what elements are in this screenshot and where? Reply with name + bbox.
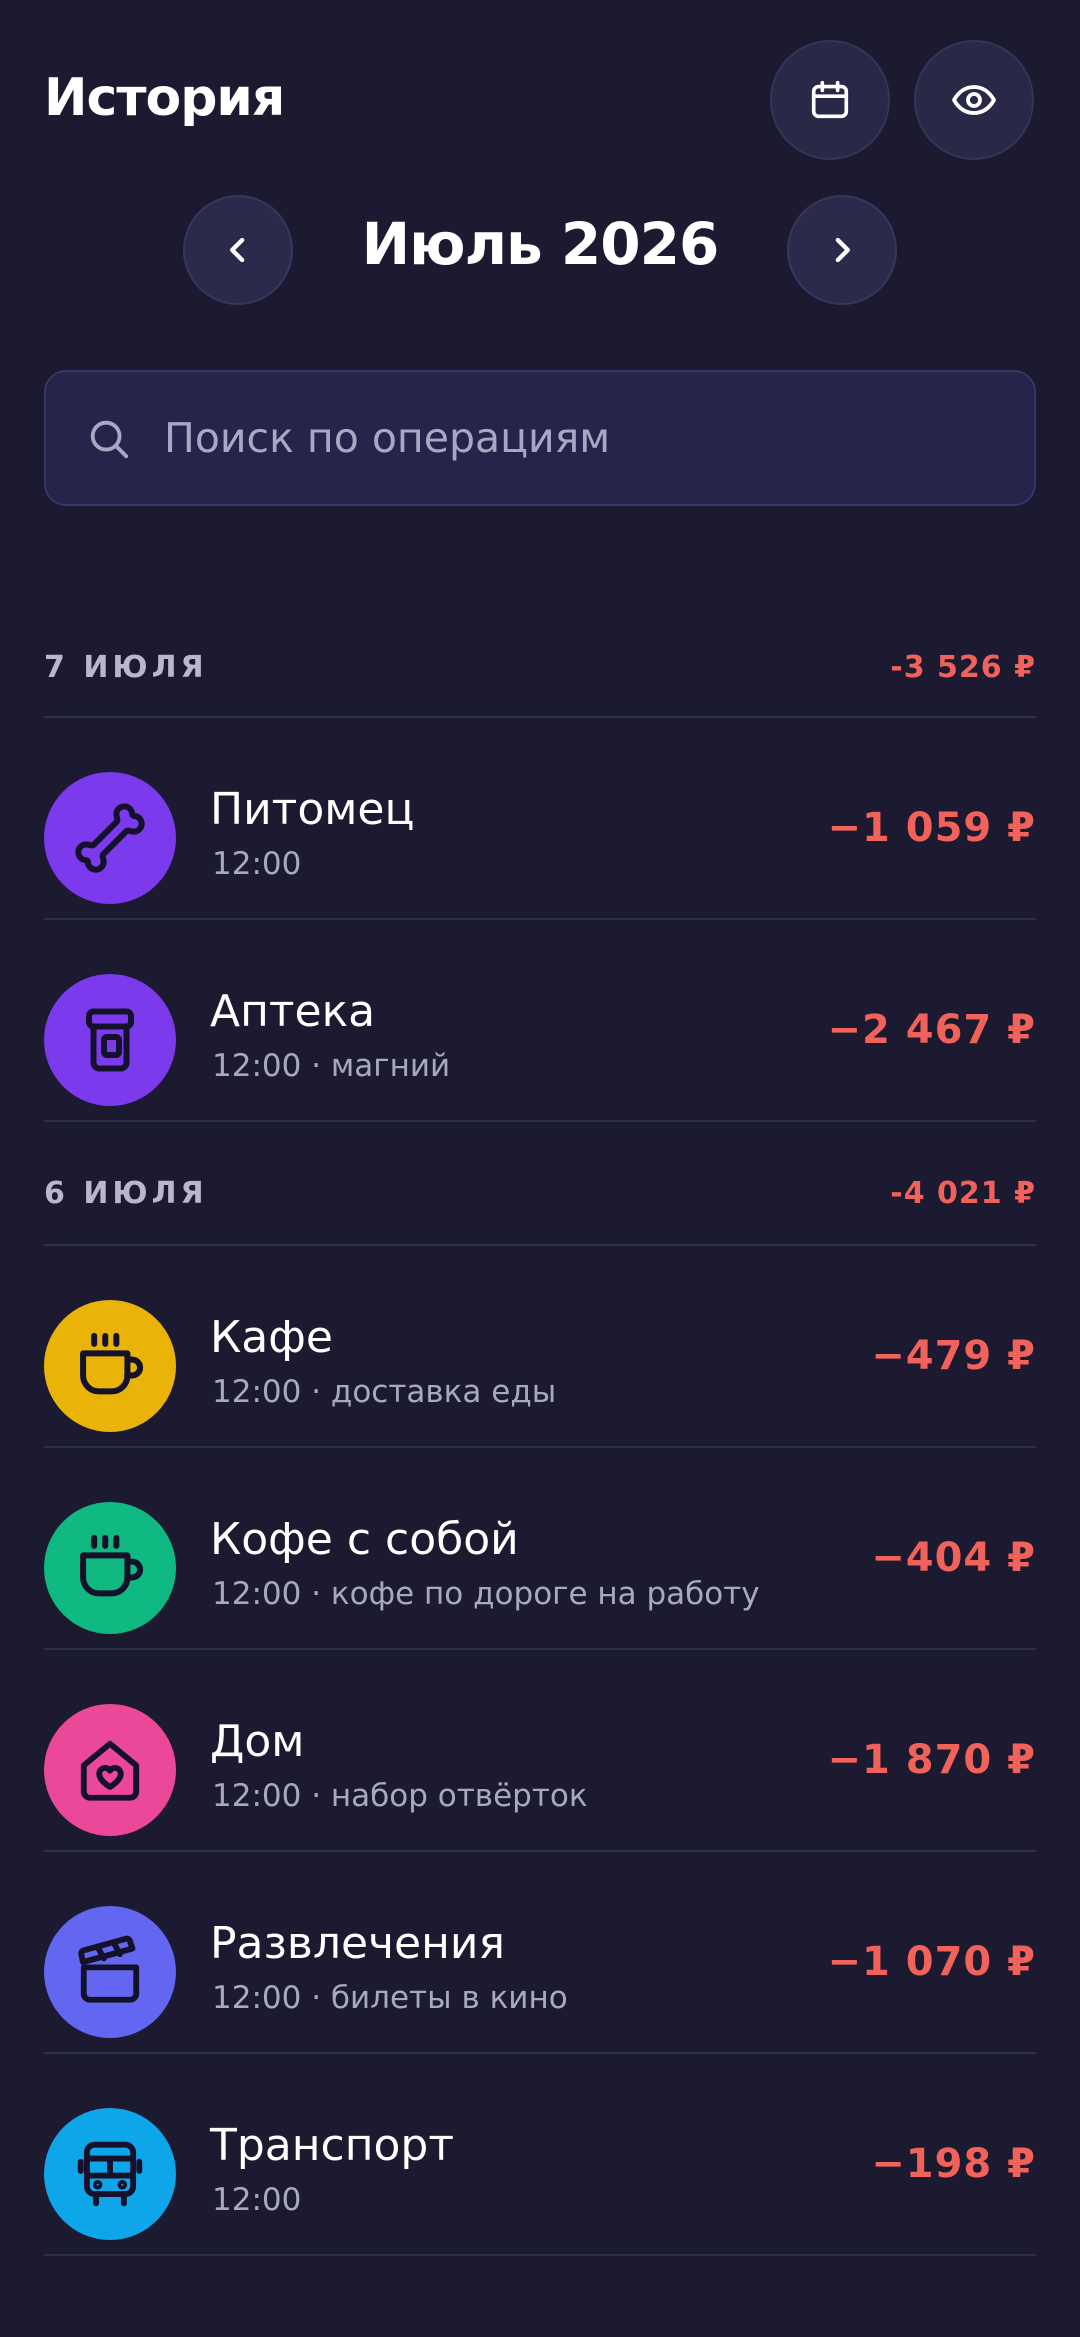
header: История bbox=[0, 0, 1080, 200]
day-total: -4 021 ₽ bbox=[890, 1176, 1036, 1211]
next-month-button[interactable] bbox=[787, 195, 897, 305]
transaction-time: 12:00 bbox=[212, 1048, 302, 1084]
transaction-row[interactable]: Дом 12:00 · набор отвёрток −1 870 ₽ bbox=[44, 1650, 1036, 1852]
search-box[interactable] bbox=[44, 370, 1036, 506]
meta-separator: · bbox=[301, 1576, 331, 1612]
meta-separator: · bbox=[301, 1778, 331, 1814]
month-navigation: Июль 2026 bbox=[0, 190, 1080, 305]
transaction-meta: 12:00 · набор отвёрток bbox=[212, 1776, 588, 1816]
transaction-amount: −1 070 ₽ bbox=[827, 1939, 1036, 1985]
transaction-time: 12:00 bbox=[212, 1980, 302, 2016]
day-label: 6 ИЮЛЯ bbox=[44, 1176, 208, 1211]
category-badge bbox=[44, 772, 176, 904]
transaction-row[interactable]: Развлечения 12:00 · билеты в кино −1 070… bbox=[44, 1852, 1036, 2054]
transaction-amount: −1 059 ₽ bbox=[827, 805, 1036, 851]
transaction-amount: −479 ₽ bbox=[871, 1333, 1036, 1379]
transaction-time: 12:00 bbox=[212, 1576, 302, 1612]
chevron-left-icon bbox=[230, 237, 245, 263]
transaction-time: 12:00 bbox=[212, 1778, 302, 1814]
transaction-meta: 12:00 · магний bbox=[212, 1046, 450, 1086]
coffee-cup-icon bbox=[80, 1534, 144, 1597]
day-header: 6 ИЮЛЯ -4 021 ₽ bbox=[44, 1122, 1036, 1246]
category-badge bbox=[44, 974, 176, 1106]
transaction-name: Аптека bbox=[210, 986, 376, 1037]
transaction-note: набор отвёрток bbox=[330, 1778, 588, 1814]
meta-separator: · bbox=[301, 1374, 331, 1410]
category-badge bbox=[44, 2108, 176, 2240]
transaction-name: Питомец bbox=[210, 784, 415, 835]
transaction-meta: 12:00 · билеты в кино bbox=[212, 1978, 568, 2018]
month-title: Июль 2026 bbox=[361, 210, 720, 278]
category-badge bbox=[44, 1906, 176, 2038]
transaction-row[interactable]: Питомец 12:00 −1 059 ₽ bbox=[44, 718, 1036, 920]
transaction-row[interactable]: Кафе 12:00 · доставка еды −479 ₽ bbox=[44, 1246, 1036, 1448]
visibility-toggle-button[interactable] bbox=[914, 40, 1034, 160]
search-icon bbox=[90, 420, 129, 459]
transaction-meta: 12:00 · кофе по дороге на работу bbox=[212, 1574, 760, 1614]
calendar-icon bbox=[811, 80, 849, 119]
meta-separator: · bbox=[301, 1980, 331, 2016]
transaction-amount: −404 ₽ bbox=[871, 1535, 1036, 1581]
meta-separator: · bbox=[301, 1048, 331, 1084]
transaction-time: 12:00 bbox=[212, 846, 302, 882]
transaction-row[interactable]: Кофе с собой 12:00 · кофе по дороге на р… bbox=[44, 1448, 1036, 1650]
eye-icon bbox=[952, 85, 996, 115]
transaction-name: Кофе с собой bbox=[210, 1514, 519, 1565]
transactions-list: 7 ИЮЛЯ -3 526 ₽ Питомец 12:00 −1 059 ₽ А… bbox=[44, 600, 1036, 2256]
transaction-meta: 12:00 bbox=[212, 844, 301, 884]
previous-month-button[interactable] bbox=[183, 195, 293, 305]
transaction-name: Кафе bbox=[210, 1312, 333, 1363]
transaction-note: кофе по дороге на работу bbox=[330, 1576, 760, 1612]
transaction-name: Транспорт bbox=[210, 2120, 454, 2171]
house-heart-icon bbox=[80, 1740, 140, 1801]
day-header: 7 ИЮЛЯ -3 526 ₽ bbox=[44, 600, 1036, 718]
transaction-meta: 12:00 · доставка еды bbox=[212, 1372, 556, 1412]
chevron-right-icon bbox=[835, 237, 850, 263]
transaction-name: Развлечения bbox=[210, 1918, 505, 1969]
category-badge bbox=[44, 1502, 176, 1634]
transaction-amount: −198 ₽ bbox=[871, 2141, 1036, 2187]
category-badge bbox=[44, 1704, 176, 1836]
category-badge bbox=[44, 1300, 176, 1432]
transaction-time: 12:00 bbox=[212, 1374, 302, 1410]
transaction-name: Дом bbox=[210, 1716, 305, 1767]
transaction-time: 12:00 bbox=[212, 2182, 302, 2218]
pill-bottle-icon bbox=[86, 1008, 134, 1072]
bus-icon bbox=[77, 2141, 143, 2207]
transaction-note: магний bbox=[330, 1048, 451, 1084]
transaction-row[interactable]: Аптека 12:00 · магний −2 467 ₽ bbox=[44, 920, 1036, 1122]
bone-icon bbox=[75, 803, 145, 873]
transaction-amount: −1 870 ₽ bbox=[827, 1737, 1036, 1783]
day-label: 7 ИЮЛЯ bbox=[44, 650, 208, 685]
search-input[interactable] bbox=[164, 372, 1004, 504]
page-title: История bbox=[44, 68, 285, 128]
coffee-cup-icon bbox=[80, 1332, 144, 1395]
transaction-row[interactable]: Транспорт 12:00 −198 ₽ bbox=[44, 2054, 1036, 2256]
transaction-meta: 12:00 bbox=[212, 2180, 301, 2220]
day-total: -3 526 ₽ bbox=[890, 650, 1036, 685]
transaction-note: билеты в кино bbox=[330, 1980, 568, 2016]
calendar-button[interactable] bbox=[770, 40, 890, 160]
transaction-note: доставка еды bbox=[330, 1374, 557, 1410]
transaction-amount: −2 467 ₽ bbox=[827, 1007, 1036, 1053]
clapperboard-icon bbox=[78, 1935, 140, 2003]
